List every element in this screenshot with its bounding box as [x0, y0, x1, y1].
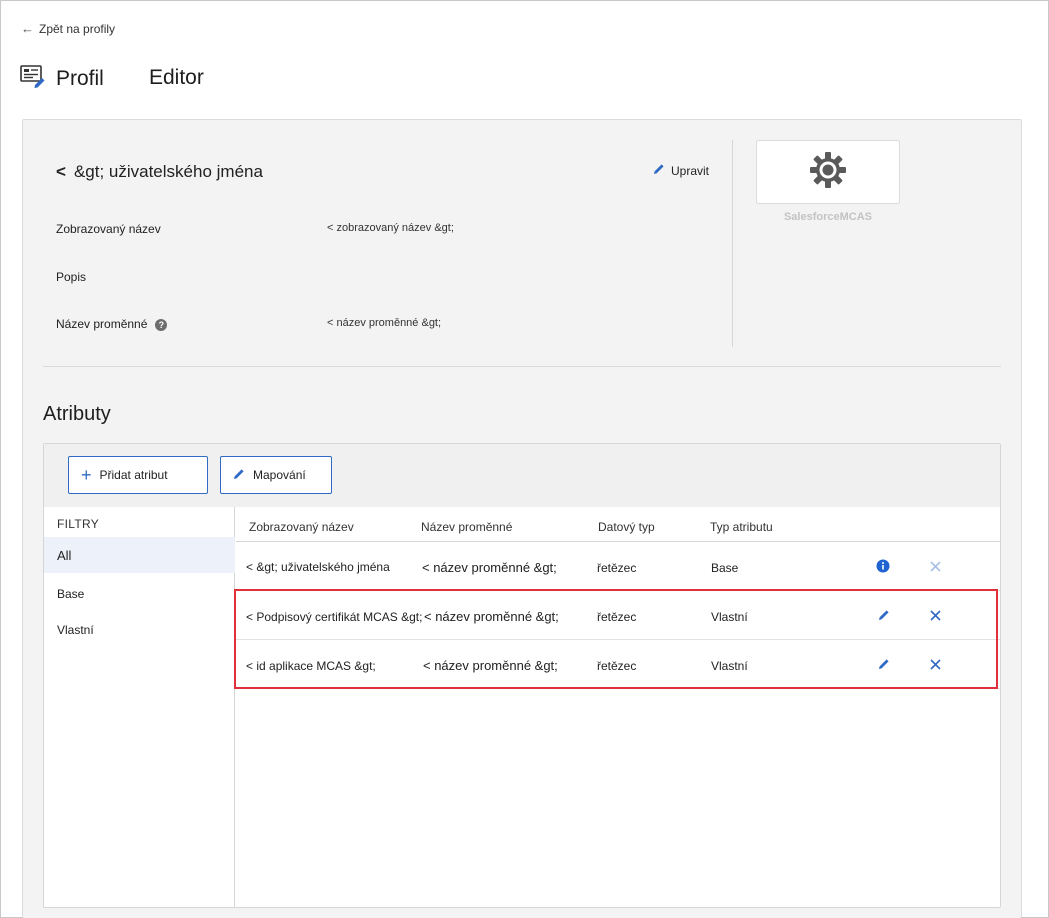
profile-name-text: &gt; uživatelského jména [73, 162, 263, 181]
display-name-value: < zobrazovaný název &gt; [327, 222, 454, 234]
attributes-heading: Atributy [43, 403, 111, 425]
description-label: Popis [56, 270, 87, 284]
filter-all-selected[interactable] [44, 537, 235, 573]
row1-display-prefix: < [246, 560, 254, 574]
app-logo-card [756, 140, 900, 204]
highlight-box [234, 589, 998, 689]
vertical-divider [732, 140, 733, 347]
filters-heading: FILTRY [57, 517, 100, 531]
variable-name-label-wrap: Název proměnné? [56, 317, 168, 331]
profile-editor-icon [20, 64, 46, 88]
row1-variable-name: < název proměnné &gt; [422, 560, 557, 575]
add-attribute-button[interactable]: + Přidat atribut [68, 456, 208, 494]
help-icon[interactable]: ? [155, 318, 168, 331]
gear-icon [809, 151, 847, 194]
plus-icon: + [81, 465, 92, 485]
column-header-variable-name[interactable]: Název proměnné [421, 520, 512, 534]
info-icon[interactable] [875, 558, 891, 574]
column-header-attribute-type[interactable]: Typ atributu [710, 520, 773, 534]
row1-display-text: &gt; uživatelského jména [256, 560, 390, 574]
profile-name-prefix: < [56, 162, 66, 181]
add-attribute-label: Přidat atribut [99, 468, 168, 482]
profile-name-heading: < &gt; uživatelského jména [56, 162, 263, 182]
back-to-profiles-link[interactable]: ← Zpět na profily [21, 21, 115, 36]
variable-name-value: < název proměnné &gt; [327, 317, 442, 329]
display-name-label: Zobrazovaný název [56, 222, 161, 236]
close-icon [927, 558, 943, 574]
app-logo-caption: SalesforceMCAS [783, 211, 873, 223]
mapping-label: Mapování [253, 468, 306, 482]
filter-item-all[interactable]: All [57, 548, 71, 563]
page-title-profil: Profil [56, 67, 104, 90]
row1-data-type: řetězec [597, 561, 637, 575]
row1-display-name: < &gt; uživatelského jména [246, 560, 390, 574]
page-title-editor: Editor [149, 66, 204, 89]
column-header-display-name[interactable]: Zobrazovaný název [249, 520, 354, 534]
row1-attribute-type: Base [711, 561, 739, 575]
table-header-divider [236, 541, 1000, 542]
arrow-left-icon: ← [21, 21, 34, 36]
variable-name-label: Název proměnné [56, 317, 148, 331]
pencil-icon [233, 468, 245, 483]
filter-item-base[interactable]: Base [57, 587, 84, 601]
mapping-button[interactable]: Mapování [220, 456, 332, 494]
edit-profile-button[interactable]: Upravit [653, 163, 709, 178]
filter-item-vlastni[interactable]: Vlastní [57, 623, 94, 637]
section-divider [43, 366, 1001, 367]
edit-profile-label: Upravit [671, 163, 710, 178]
back-link-label: Zpět na profily [39, 21, 116, 36]
pencil-icon [653, 163, 665, 178]
column-header-data-type[interactable]: Datový typ [598, 520, 655, 534]
